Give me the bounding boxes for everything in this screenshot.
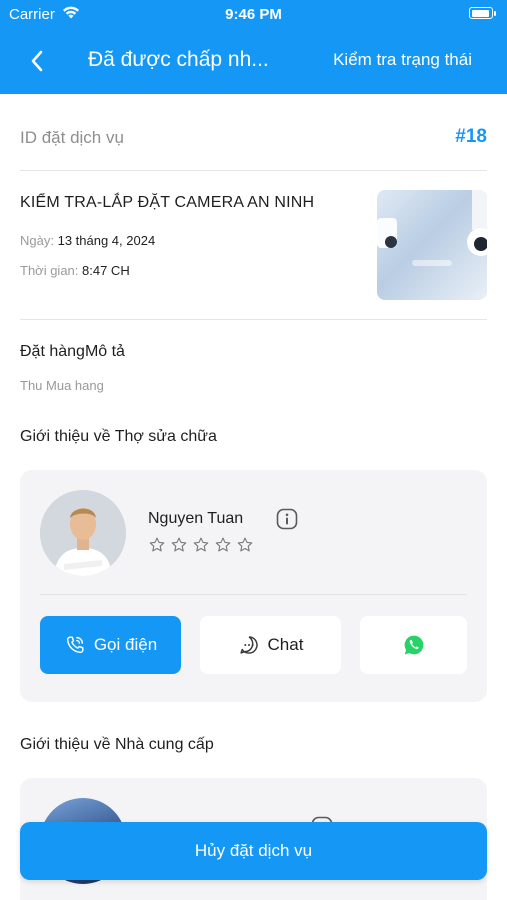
card-divider xyxy=(40,594,467,595)
divider xyxy=(20,170,487,171)
call-label: Gọi điện xyxy=(93,635,158,654)
order-heading: Đặt hàngMô tả xyxy=(20,343,125,360)
info-icon[interactable] xyxy=(276,508,298,530)
star-icon xyxy=(193,537,209,552)
whatsapp-button[interactable] xyxy=(360,616,467,674)
time-label: Thời gian: xyxy=(20,263,79,278)
call-button[interactable]: Gọi điện xyxy=(40,616,181,674)
divider xyxy=(20,319,487,320)
check-status-button[interactable]: Kiểm tra trạng thái xyxy=(333,50,472,70)
provider-heading: Giới thiệu về Nhà cung cấp xyxy=(20,736,214,753)
chat-button[interactable]: Chat xyxy=(200,616,341,674)
chat-bubble-icon xyxy=(239,636,258,654)
battery-icon xyxy=(469,7,496,19)
star-icon xyxy=(171,537,187,552)
booking-id-row: ID đặt dịch vụ #18 xyxy=(20,126,487,150)
chevron-left-icon xyxy=(31,50,43,72)
phone-icon xyxy=(66,636,84,654)
page-title: Đã được chấp nh... xyxy=(88,48,269,71)
person-photo xyxy=(40,490,126,576)
order-description: Thu Mua hang xyxy=(20,378,104,393)
rating-stars xyxy=(148,536,254,554)
chat-label: Chat xyxy=(267,635,304,654)
status-bar: Carrier 9:46 PM xyxy=(0,0,507,28)
date-value: 13 tháng 4, 2024 xyxy=(57,233,156,248)
service-title: KIỂM TRA-LẮP ĐẶT CAMERA AN NINH xyxy=(20,194,315,211)
back-button[interactable] xyxy=(22,46,52,76)
app-header: Carrier 9:46 PM Đã được chấp nh... Kiểm … xyxy=(0,0,507,94)
status-time: 9:46 PM xyxy=(225,6,282,23)
service-thumbnail xyxy=(377,190,487,300)
cancel-booking-button[interactable]: Hủy đặt dịch vụ xyxy=(20,822,487,880)
star-icon xyxy=(149,537,165,552)
star-icon xyxy=(215,537,231,552)
booking-id-label: ID đặt dịch vụ xyxy=(20,128,124,147)
time-value: 8:47 CH xyxy=(82,263,130,278)
service-date: Ngày: 13 tháng 4, 2024 xyxy=(20,233,155,248)
star-icon xyxy=(237,537,253,552)
technician-heading: Giới thiệu về Thợ sửa chữa xyxy=(20,428,217,445)
battery-level xyxy=(471,9,489,17)
technician-name: Nguyen Tuan xyxy=(148,510,244,527)
service-time: Thời gian: 8:47 CH xyxy=(20,263,130,278)
technician-card: Nguyen Tuan Gọi điện Chat xyxy=(20,470,487,702)
technician-avatar xyxy=(40,490,126,576)
booking-id-value: #18 xyxy=(455,126,487,147)
date-label: Ngày: xyxy=(20,233,54,248)
security-camera-image xyxy=(377,190,487,266)
whatsapp-icon xyxy=(404,635,423,655)
